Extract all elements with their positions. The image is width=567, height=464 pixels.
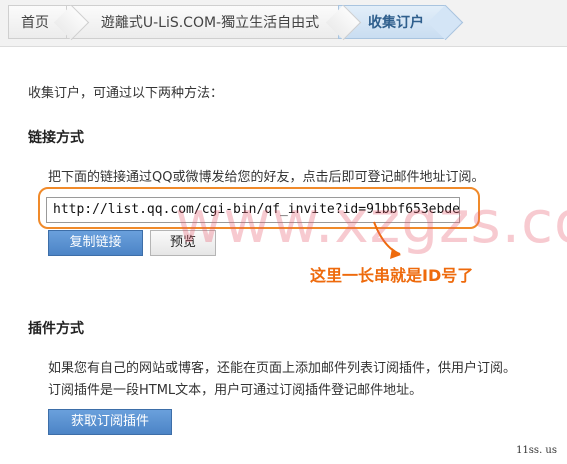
link-section-title: 链接方式 [28, 130, 84, 146]
plugin-section-title: 插件方式 [28, 321, 84, 337]
breadcrumb-home-label: 首页 [21, 15, 49, 31]
id-annotation: 这里一长串就是ID号了 [310, 266, 474, 285]
intro-text: 收集订户，可通过以下两种方法： [28, 86, 224, 101]
breadcrumb: 首页 遊離式U-LiS.COM-獨立生活自由式 收集订户 [0, 0, 567, 47]
breadcrumb-site-label: 遊離式U-LiS.COM-獨立生活自由式 [100, 15, 320, 31]
breadcrumb-site[interactable]: 遊離式U-LiS.COM-獨立生活自由式 [66, 5, 344, 39]
link-section-description: 把下面的链接通过QQ或微博发给您的好友，点击后即可登记邮件地址订阅。 [48, 170, 485, 185]
copy-link-button[interactable]: 复制链接 [48, 230, 143, 256]
plugin-description-line2: 订阅插件是一段HTML文本，用户可通过订阅插件登记邮件地址。 [48, 383, 423, 398]
preview-button[interactable]: 预览 [150, 230, 216, 256]
plugin-description-line1: 如果您有自己的网站或博客，还能在页面上添加邮件列表订阅插件，供用户订阅。 [48, 361, 517, 376]
footer-watermark: 11ss. us [516, 445, 557, 456]
breadcrumb-home[interactable]: 首页 [8, 5, 72, 39]
breadcrumb-current-label: 收集订户 [368, 15, 424, 31]
get-plugin-button[interactable]: 获取订阅插件 [48, 409, 172, 435]
